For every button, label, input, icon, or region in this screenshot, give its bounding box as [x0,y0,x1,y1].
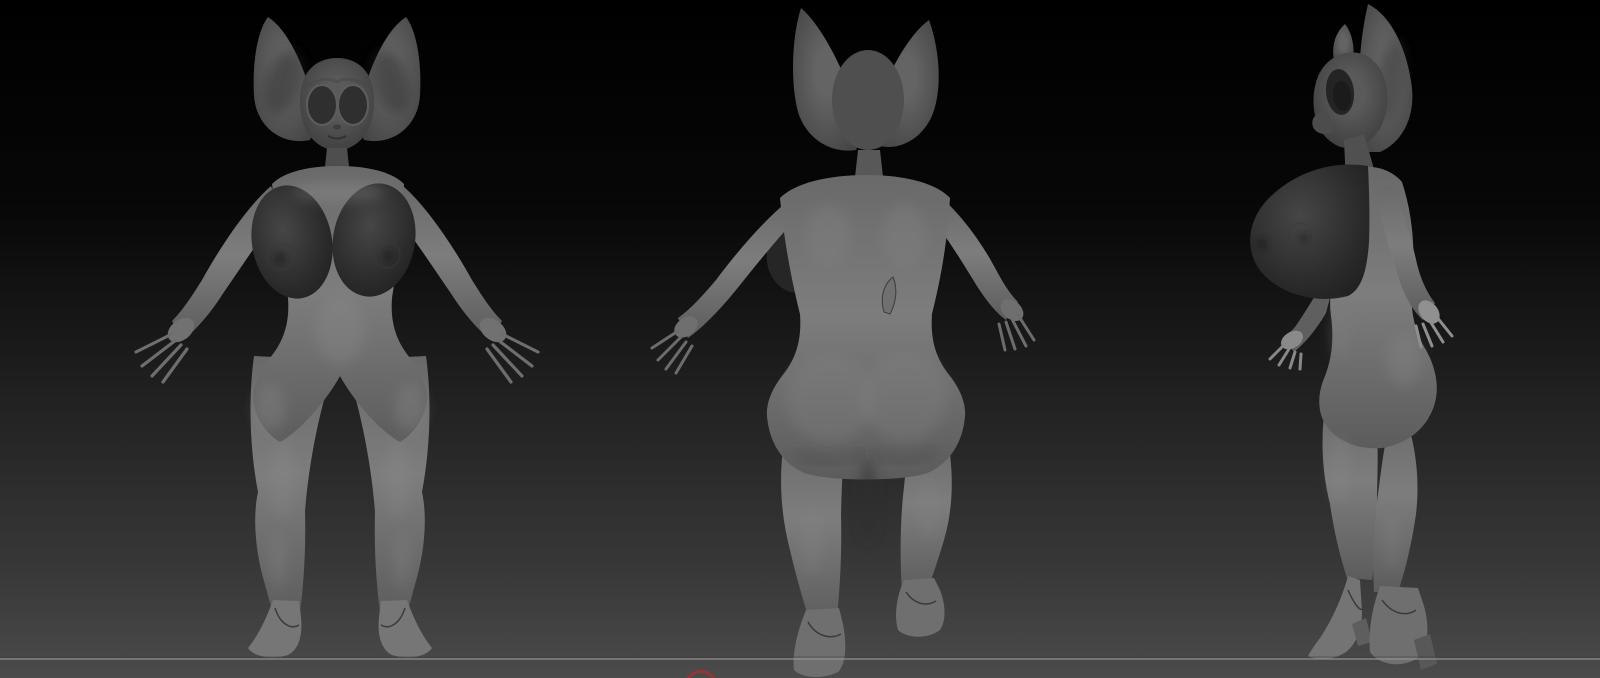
chest-detail-right-center [382,250,394,262]
eye-socket-left [306,84,338,126]
head-back[interactable] [832,50,904,150]
viewport-canvas[interactable] [0,0,1600,678]
chest-detail-center [1300,234,1308,242]
nose [333,124,341,130]
heel-shoe-right[interactable] [896,578,945,637]
eye-socket-right [337,84,369,126]
chest-detail-left-center [274,252,286,264]
sculpt-document[interactable] [0,0,1600,678]
chest-detail-tip [1256,238,1268,250]
